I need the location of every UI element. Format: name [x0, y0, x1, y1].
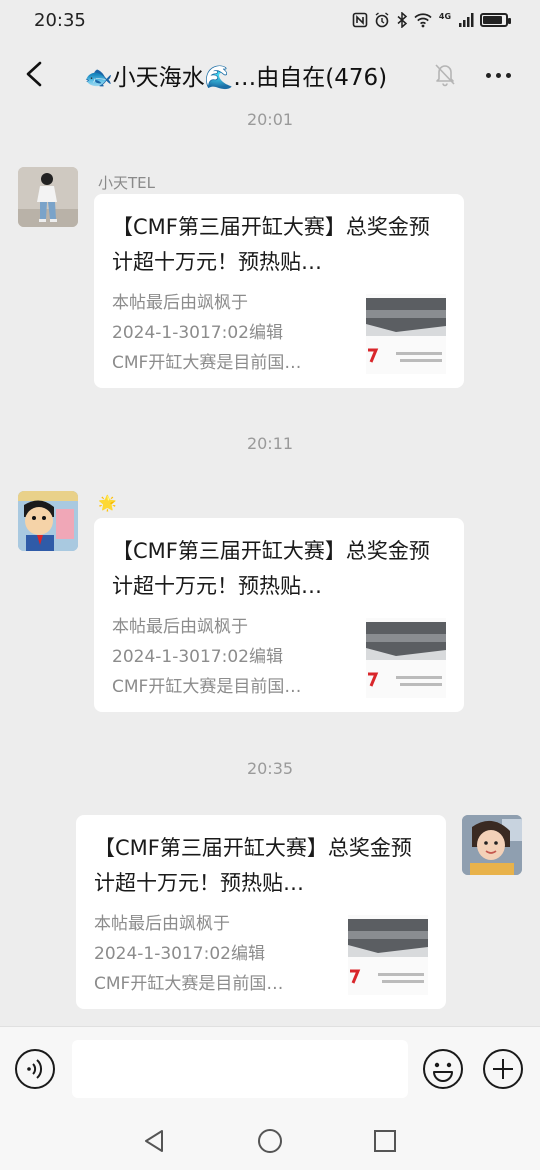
nav-home-button[interactable]: [255, 1126, 285, 1156]
nav-back-button[interactable]: [140, 1126, 170, 1156]
back-button[interactable]: [16, 54, 56, 94]
message-timestamp: 20:11: [246, 434, 294, 453]
own-avatar[interactable]: [462, 815, 522, 875]
card-title: 【CMF第三届开缸大赛】总奖金预计超十万元！预热贴…: [112, 215, 430, 274]
battery-level: [483, 16, 502, 24]
avatar-image: [18, 167, 78, 227]
avatar-image: [462, 815, 522, 875]
more-dot-icon: [485, 72, 491, 78]
card-desc-line: 2024-1-3017:02编辑: [94, 944, 265, 964]
card-desc-line: 2024-1-3017:02编辑: [112, 647, 283, 667]
sender-name: 小天TEL: [98, 174, 155, 192]
message-input[interactable]: [72, 1040, 408, 1098]
emoji-button[interactable]: [422, 1048, 464, 1090]
message-timestamp: 20:35: [246, 759, 294, 778]
card-desc-line: CMF开缸大赛是目前国…: [112, 353, 302, 373]
card-desc-line: CMF开缸大赛是目前国…: [112, 677, 302, 697]
message-timestamp: 20:01: [246, 110, 294, 129]
card-description: 本帖最后由飒枫于 2024-1-3017:02编辑 CMF开缸大赛是目前国…: [112, 288, 352, 378]
plus-icon: [483, 1049, 523, 1089]
nav-recents-button[interactable]: [370, 1126, 400, 1156]
card-title: 【CMF第三届开缸大赛】总奖金预计超十万元！预热贴…: [94, 836, 412, 895]
status-icons: 4G: [352, 12, 511, 28]
thumbnail-image: [366, 618, 446, 698]
chat-header: 🐟小天海水🌊…由自在(476): [0, 44, 540, 106]
square-recents-icon: [374, 1130, 396, 1152]
network-label: 4G: [438, 12, 452, 21]
battery-icon: [480, 13, 511, 27]
mute-bell-icon: [432, 60, 458, 88]
chat-title[interactable]: 🐟小天海水🌊…由自在(476): [84, 58, 414, 92]
nfc-icon: [352, 12, 368, 28]
sender-name: 🌟: [98, 494, 117, 512]
emoji-icon: [423, 1049, 463, 1089]
card-thumbnail: [366, 618, 446, 698]
card-description: 本帖最后由飒枫于 2024-1-3017:02编辑 CMF开缸大赛是目前国…: [112, 612, 352, 702]
card-description: 本帖最后由飒枫于 2024-1-3017:02编辑 CMF开缸大赛是目前国…: [94, 909, 334, 999]
triangle-back-icon: [145, 1130, 163, 1152]
card-desc-line: 本帖最后由飒枫于: [94, 914, 230, 934]
input-bar: [0, 1026, 540, 1112]
link-card[interactable]: 【CMF第三届开缸大赛】总奖金预计超十万元！预热贴… 本帖最后由飒枫于 2024…: [76, 815, 446, 1009]
card-desc-line: 本帖最后由飒枫于: [112, 293, 248, 313]
card-title: 【CMF第三届开缸大赛】总奖金预计超十万元！预热贴…: [112, 539, 430, 598]
avatar-image: [18, 491, 78, 551]
voice-icon: [15, 1049, 55, 1089]
more-dot-icon: [495, 72, 501, 78]
avatar[interactable]: [18, 491, 78, 551]
card-thumbnail: [348, 915, 428, 995]
more-dot-icon: [505, 72, 511, 78]
card-desc-line: 2024-1-3017:02编辑: [112, 323, 283, 343]
chevron-left-icon: [26, 61, 42, 87]
status-bar: 20:35 4G: [0, 0, 540, 40]
voice-button[interactable]: [14, 1048, 56, 1090]
avatar[interactable]: [18, 167, 78, 227]
status-time: 20:35: [34, 9, 86, 31]
link-card[interactable]: 【CMF第三届开缸大赛】总奖金预计超十万元！预热贴… 本帖最后由飒枫于 2024…: [94, 194, 464, 388]
thumbnail-image: [366, 294, 446, 374]
signal-icon: [459, 13, 474, 27]
more-button[interactable]: [478, 58, 518, 92]
link-card[interactable]: 【CMF第三届开缸大赛】总奖金预计超十万元！预热贴… 本帖最后由飒枫于 2024…: [94, 518, 464, 712]
card-desc-line: CMF开缸大赛是目前国…: [94, 974, 284, 994]
wifi-icon: [414, 13, 432, 28]
card-thumbnail: [366, 294, 446, 374]
alarm-icon: [375, 12, 389, 28]
bluetooth-icon: [397, 12, 408, 28]
system-navigation-bar: [0, 1112, 540, 1170]
thumbnail-image: [348, 915, 428, 995]
card-desc-line: 本帖最后由飒枫于: [112, 617, 248, 637]
more-functions-button[interactable]: [482, 1048, 524, 1090]
circle-home-icon: [258, 1129, 282, 1153]
